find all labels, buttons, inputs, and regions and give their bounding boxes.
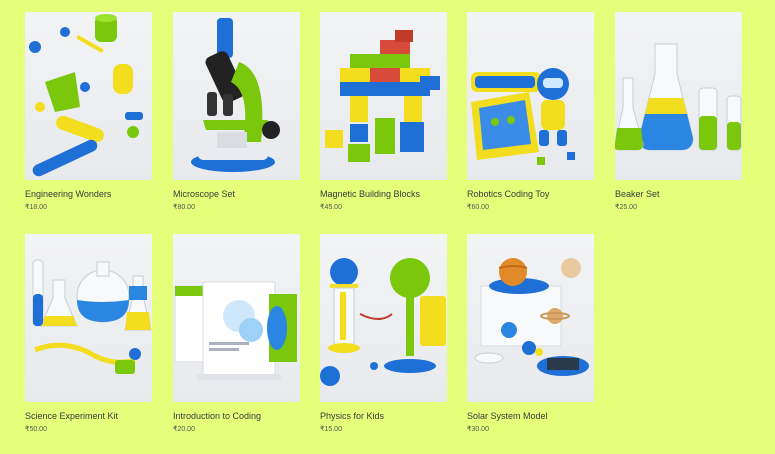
product-title[interactable]: Solar System Model [467,411,594,422]
product-image[interactable] [615,12,742,180]
product-title[interactable]: Engineering Wonders [25,189,152,200]
product-image[interactable] [25,12,152,180]
pendulum-icon [320,258,446,386]
product-title[interactable]: Science Experiment Kit [25,411,152,422]
product-image[interactable] [320,234,447,402]
product-card[interactable]: Physics for Kids ₹15.00 [320,234,447,434]
book-box-icon [174,281,297,380]
product-title[interactable]: Microscope Set [173,189,300,200]
product-price: ₹25.00 [615,204,637,211]
product-image[interactable] [173,12,300,180]
product-price: ₹50.00 [25,426,47,433]
product-title[interactable]: Introduction to Coding [173,411,300,422]
product-card[interactable]: Microscope Set ₹80.00 [173,12,300,212]
product-image[interactable] [467,234,594,402]
product-image[interactable] [173,234,300,402]
product-card[interactable]: Beaker Set ₹25.00 [615,12,742,212]
product-price: ₹18.00 [25,204,47,211]
product-price: ₹30.00 [467,426,489,433]
product-price: ₹60.00 [467,204,489,211]
product-image[interactable] [467,12,594,180]
product-card[interactable]: Introduction to Coding ₹20.00 [173,234,300,434]
lab-flasks-icon [32,259,152,374]
product-price: ₹80.00 [173,204,195,211]
product-card[interactable]: Robotics Coding Toy ₹60.00 [467,12,594,212]
product-price: ₹15.00 [320,426,342,433]
product-title[interactable]: Physics for Kids [320,411,447,422]
product-price: ₹20.00 [173,426,195,433]
product-price: ₹45.00 [320,204,342,211]
product-card[interactable]: Engineering Wonders ₹18.00 [25,12,152,212]
planets-icon [474,258,589,376]
product-title[interactable]: Robotics Coding Toy [467,189,594,200]
beakers-icon [615,43,742,151]
product-card[interactable]: Science Experiment Kit ₹50.00 [25,234,152,434]
microscope-icon [191,18,280,172]
product-card[interactable]: Solar System Model ₹30.00 [467,234,594,434]
product-title[interactable]: Magnetic Building Blocks [320,189,447,200]
robot-icon [471,68,575,165]
product-title[interactable]: Beaker Set [615,189,742,200]
building-blocks-icon [325,30,440,162]
engineering-parts-icon [29,14,143,177]
product-card[interactable]: Magnetic Building Blocks ₹45.00 [320,12,447,212]
product-image[interactable] [320,12,447,180]
product-image[interactable] [25,234,152,402]
